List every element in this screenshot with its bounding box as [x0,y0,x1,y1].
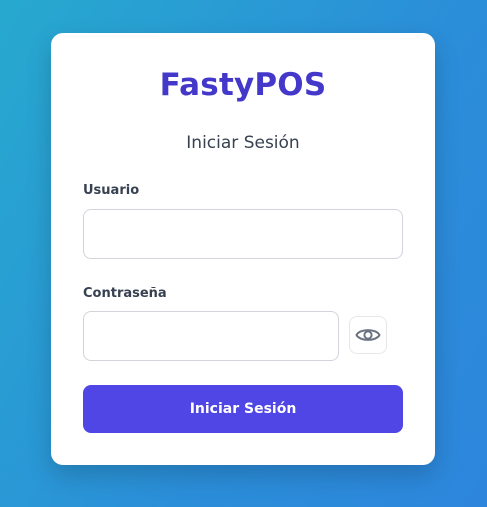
login-submit-button[interactable]: Iniciar Sesión [83,385,403,433]
password-input[interactable] [83,311,339,361]
login-card: FastyPOS Iniciar Sesión Usuario Contrase… [51,33,435,465]
username-input[interactable] [83,209,403,259]
page-title: Iniciar Sesión [186,133,300,153]
password-label: Contraseña [83,286,167,301]
toggle-password-visibility-button[interactable] [349,316,387,354]
brand-logo-text: FastyPOS [159,67,327,103]
username-label: Usuario [83,183,140,198]
eye-icon [355,326,381,344]
